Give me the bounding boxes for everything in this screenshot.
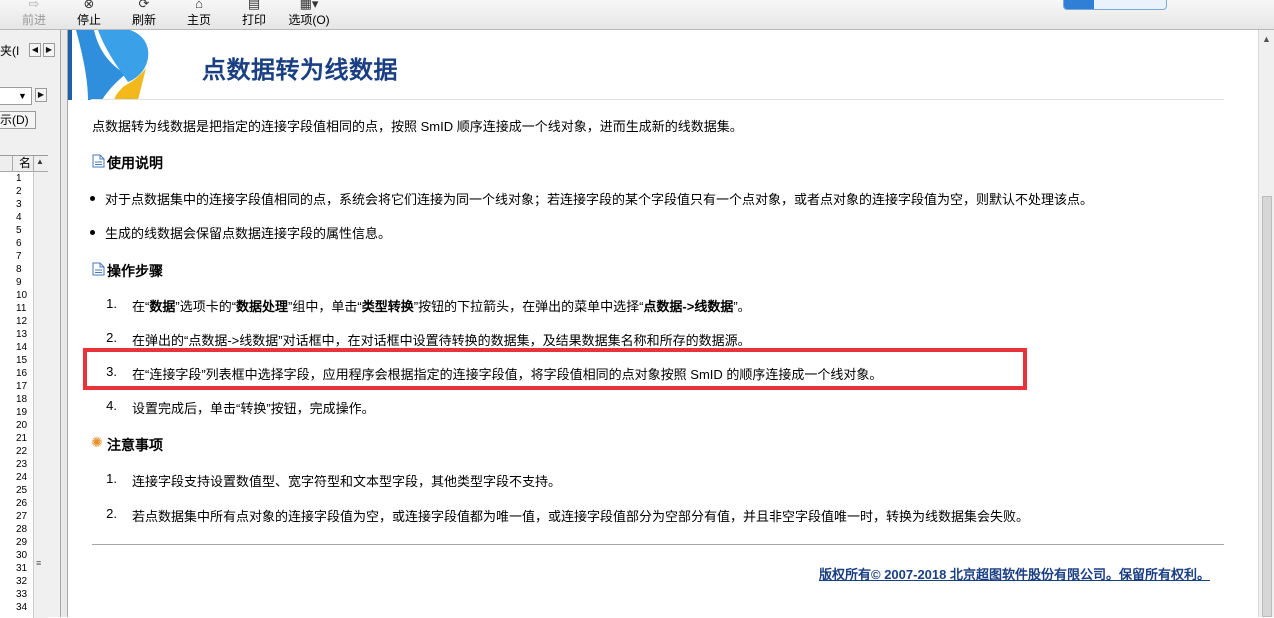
list-item[interactable]: 9	[0, 276, 30, 289]
list-item[interactable]: 21	[0, 432, 30, 445]
step-number: 2.	[106, 330, 117, 345]
list-item[interactable]: 25	[0, 484, 30, 497]
app-logo-badge	[1063, 0, 1167, 10]
tab-scroll-left-button[interactable]: ◀	[29, 43, 41, 57]
navigation-pane: 夹(I ◀ ▶ ▼ ▶ 显示(D) 名 ▲ 123456789101112131…	[0, 30, 60, 618]
help-content: 点数据转为线数据 点数据转为线数据是把指定的连接字段值相同的点，按照 SmID …	[68, 30, 1258, 617]
step-number: 4.	[106, 398, 117, 413]
stop-button[interactable]: ⊗ 停止	[64, 0, 114, 30]
bullet	[90, 196, 95, 201]
triangle-right-icon: ▶	[37, 90, 45, 99]
list-item[interactable]: 22	[0, 445, 30, 458]
list-item[interactable]: 23	[0, 458, 30, 471]
step-4: 设置完成后，单击“转换”按钮，完成操作。	[132, 401, 375, 416]
refresh-icon: ⟳	[138, 0, 150, 11]
sun-icon: ✺	[91, 434, 103, 450]
step-number: 1.	[106, 296, 117, 311]
note-2: 若点数据集中所有点对象的连接字段值为空，或连接字段值都为唯一值，或连接字段值部分…	[132, 509, 1030, 524]
triangle-left-icon: ◀	[31, 45, 39, 54]
notes-heading: 注意事项	[107, 437, 163, 453]
list-item[interactable]: 28	[0, 523, 30, 536]
step-1: 在“数据”选项卡的“数据处理”组中，单击“类型转换”按钮的下拉箭头，在弹出的菜单…	[132, 299, 751, 314]
list-item[interactable]: 34	[0, 601, 30, 614]
copyright-link[interactable]: 版权所有© 2007-2018 北京超图软件股份有限公司。保留所有权利。	[819, 564, 1210, 583]
usage-item-1: 对于点数据集中的连接字段值相同的点，系统会将它们连接为同一个线对象；若连接字段的…	[105, 192, 1094, 207]
note-number: 2.	[106, 506, 117, 521]
list-item[interactable]: 2	[0, 185, 30, 198]
list-item[interactable]: 31	[0, 562, 30, 575]
print-button[interactable]: ▤ 打印	[229, 0, 279, 30]
list-item[interactable]: 33	[0, 588, 30, 601]
list-header: 名 ▲	[0, 156, 48, 172]
home-icon: ⌂	[195, 0, 203, 11]
step-2: 在弹出的“点数据->线数据”对话框中，在对话框中设置待转换的数据集，及结果数据集…	[132, 333, 751, 348]
scroll-up-icon[interactable]: ▲	[1262, 34, 1271, 44]
list-item[interactable]: 5	[0, 224, 30, 237]
list-item[interactable]: 29	[0, 536, 30, 549]
list-item[interactable]: 26	[0, 497, 30, 510]
stop-icon: ⊗	[83, 0, 95, 11]
list-item[interactable]: 24	[0, 471, 30, 484]
note-1: 连接字段支持设置数值型、宽字符型和文本型字段，其他类型字段不支持。	[132, 474, 562, 489]
go-button[interactable]: ▶	[35, 88, 47, 102]
document-icon	[92, 262, 105, 276]
list-item[interactable]: 32	[0, 575, 30, 588]
list-item[interactable]: 19	[0, 406, 30, 419]
list-item[interactable]: 18	[0, 393, 30, 406]
list-item[interactable]: 14	[0, 341, 30, 354]
intro-paragraph: 点数据转为线数据是把指定的连接字段值相同的点，按照 SmID 顺序连接成一个线对…	[92, 119, 743, 134]
note-number: 1.	[106, 471, 117, 486]
page-title: 点数据转为线数据	[202, 56, 398, 84]
list-item[interactable]: 6	[0, 237, 30, 250]
pane-splitter[interactable]	[60, 30, 68, 617]
topic-list[interactable]: 名 ▲ 1 2 3 4 5 6 7 8 9 10 11 12 13 14 15 16 17 18 19 20 21 22 2…	[0, 155, 48, 618]
list-item[interactable]: 12	[0, 315, 30, 328]
refresh-button[interactable]: ⟳ 刷新	[119, 0, 169, 30]
footer-divider	[92, 544, 1224, 545]
options-menu-icon: ▦▾	[299, 0, 319, 11]
list-item[interactable]: 16	[0, 367, 30, 380]
show-button[interactable]: 显示(D)	[0, 111, 36, 129]
list-item[interactable]: 13	[0, 328, 30, 341]
splitter-grip-icon: ≡	[36, 558, 42, 568]
banner-logo-icon	[68, 30, 176, 100]
keyword-combobox[interactable]: ▼	[0, 87, 32, 105]
dropdown-arrow-icon: ▼	[18, 91, 27, 101]
list-item[interactable]: 15	[0, 354, 30, 367]
steps-heading: 操作步骤	[107, 263, 163, 279]
tab-scroll-right-button[interactable]: ▶	[43, 43, 55, 57]
title-divider	[91, 99, 1224, 100]
column-header-name[interactable]: 名	[12, 156, 34, 172]
forward-button[interactable]: ⇨ 前进	[9, 0, 59, 30]
scrollbar-thumb[interactable]	[1262, 196, 1272, 617]
printer-icon: ▤	[247, 0, 261, 11]
list-rows: 1 2 3 4 5 6 7 8 9 10 11 12 13 14 15 16 17 18 19 20 21 22 23 24 2…	[0, 172, 30, 614]
options-button[interactable]: ▦▾ 选项(O)	[284, 0, 334, 30]
list-scrollbar[interactable]	[33, 172, 48, 618]
app-logo-icon	[1064, 0, 1094, 9]
browser-toolbar: ⇨ 前进 ⊗ 停止 ⟳ 刷新 ⌂ 主页 ▤ 打印 ▦▾ 选项(O)	[0, 0, 1274, 30]
usage-item-2: 生成的线数据会保留点数据连接字段的属性信息。	[105, 226, 392, 241]
list-item[interactable]: 30	[0, 549, 30, 562]
list-item[interactable]: 27	[0, 510, 30, 523]
list-item[interactable]: 3	[0, 198, 30, 211]
highlight-box	[83, 348, 1027, 390]
list-item[interactable]: 4	[0, 211, 30, 224]
usage-heading: 使用说明	[107, 155, 163, 171]
sort-up-icon: ▲	[36, 157, 44, 166]
list-item[interactable]: 7	[0, 250, 30, 263]
content-scrollbar[interactable]: ▲	[1258, 30, 1274, 617]
list-item[interactable]: 1	[0, 172, 30, 185]
triangle-right-icon: ▶	[45, 45, 53, 54]
list-item[interactable]: 11	[0, 302, 30, 315]
list-item[interactable]: 8	[0, 263, 30, 276]
document-icon	[92, 154, 105, 168]
tab-favorites[interactable]: 夹(I	[0, 42, 28, 60]
list-item[interactable]: 20	[0, 419, 30, 432]
bullet	[90, 230, 95, 235]
forward-arrow-icon: ⇨	[28, 0, 40, 11]
list-item[interactable]: 17	[0, 380, 30, 393]
home-button[interactable]: ⌂ 主页	[174, 0, 224, 30]
list-item[interactable]: 10	[0, 289, 30, 302]
